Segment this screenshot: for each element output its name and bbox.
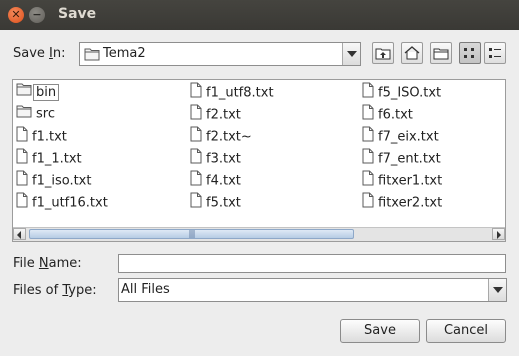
cancel-button[interactable]: Cancel (426, 319, 506, 343)
window-title: Save (58, 6, 97, 22)
save-in-value: Tema2 (103, 46, 146, 61)
new-folder-icon (433, 48, 449, 60)
file-icon (190, 192, 202, 214)
home-button[interactable] (401, 42, 423, 64)
file-icon (190, 170, 202, 192)
file-icon (362, 192, 374, 214)
up-folder-icon (375, 48, 391, 60)
folder-icon (84, 47, 100, 65)
file-icon (362, 82, 374, 104)
file-name-text: src (36, 106, 55, 122)
file-item[interactable]: fitxer1.txt (362, 170, 443, 189)
files-of-type-combo[interactable]: All Files (118, 278, 507, 302)
files-of-type-value: All Files (121, 282, 170, 297)
file-item[interactable]: fitxer2.txt (362, 192, 443, 211)
file-name-text: f7_eix.txt (378, 129, 439, 145)
list-view-icon (464, 48, 474, 58)
save-in-label: Save In: (13, 46, 66, 61)
file-name-text: fitxer2.txt (378, 195, 443, 211)
save-dialog: ✕ − Save Save In: Tema2 bin src f1.txt f1_1… (0, 0, 519, 356)
file-icon (362, 104, 374, 126)
minimize-icon[interactable]: − (29, 7, 45, 23)
file-icon (362, 170, 374, 192)
file-icon (190, 104, 202, 126)
file-item[interactable]: f1_utf16.txt (16, 192, 108, 211)
file-name-text: f3.txt (206, 151, 241, 167)
chevron-left-icon (17, 231, 21, 239)
file-item[interactable]: f3.txt (190, 148, 241, 167)
file-name-text: f1_utf8.txt (206, 85, 274, 101)
horizontal-scrollbar[interactable] (13, 227, 505, 241)
home-icon (404, 46, 420, 60)
file-item[interactable]: f2.txt~ (190, 126, 252, 145)
up-one-level-button[interactable] (372, 42, 394, 64)
file-item[interactable]: f7_ent.txt (362, 148, 441, 167)
chevron-right-icon (497, 231, 501, 239)
file-icon (362, 148, 374, 170)
file-name-text: f6.txt (378, 107, 413, 123)
file-name-text: f1_utf16.txt (32, 195, 108, 211)
title-bar: ✕ − Save (0, 0, 519, 30)
chevron-down-icon[interactable] (342, 43, 360, 65)
file-icon (16, 126, 28, 148)
file-name-text: fitxer1.txt (378, 173, 443, 189)
file-name-text: bin (33, 83, 60, 101)
file-name-label: File Name: (13, 256, 82, 271)
file-item[interactable]: f6.txt (362, 104, 413, 123)
scroll-left-button[interactable] (13, 228, 26, 240)
file-name-text: f1_1.txt (32, 151, 82, 167)
file-item[interactable]: f5_ISO.txt (362, 82, 442, 101)
close-icon[interactable]: ✕ (8, 7, 24, 23)
file-list[interactable]: bin src f1.txt f1_1.txt f1_iso.txt f1_utf16.t… (12, 79, 506, 242)
file-item[interactable]: f1.txt (16, 126, 67, 145)
folder-item[interactable]: src (16, 104, 55, 122)
file-item[interactable]: f4.txt (190, 170, 241, 189)
details-view-icon (489, 48, 501, 58)
file-icon (190, 148, 202, 170)
save-button[interactable]: Save (340, 319, 420, 343)
file-icon (190, 82, 202, 104)
file-name-text: f2.txt (206, 107, 241, 123)
file-item[interactable]: f1_iso.txt (16, 170, 92, 189)
new-folder-button[interactable] (430, 42, 452, 64)
details-view-button[interactable] (484, 42, 506, 64)
file-icon (16, 170, 28, 192)
file-item[interactable]: f1_utf8.txt (190, 82, 274, 101)
file-name-text: f1_iso.txt (32, 173, 92, 189)
scroll-right-button[interactable] (492, 228, 505, 240)
list-view-button[interactable] (459, 42, 481, 64)
file-item[interactable]: f1_1.txt (16, 148, 82, 167)
file-icon (16, 148, 28, 170)
file-name-text: f5.txt (206, 195, 241, 211)
file-icon (362, 126, 374, 148)
files-of-type-label: Files of Type: (13, 283, 97, 298)
chevron-down-icon[interactable] (488, 279, 506, 301)
folder-icon (16, 104, 32, 124)
folder-item[interactable]: bin (16, 82, 60, 102)
file-icon (16, 192, 28, 214)
file-item[interactable]: f2.txt (190, 104, 241, 123)
file-item[interactable]: f5.txt (190, 192, 241, 211)
file-name-text: f1.txt (32, 129, 67, 145)
scroll-thumb[interactable] (29, 229, 354, 239)
file-name-text: f2.txt~ (206, 129, 252, 145)
folder-icon (16, 82, 32, 102)
file-name-text: f4.txt (206, 173, 241, 189)
save-in-combo[interactable]: Tema2 (79, 42, 361, 66)
file-icon (190, 126, 202, 148)
file-name-text: f5_ISO.txt (378, 85, 442, 101)
file-item[interactable]: f7_eix.txt (362, 126, 439, 145)
file-name-text: f7_ent.txt (378, 151, 441, 167)
file-name-input[interactable] (118, 254, 506, 273)
grip-icon (189, 230, 195, 238)
